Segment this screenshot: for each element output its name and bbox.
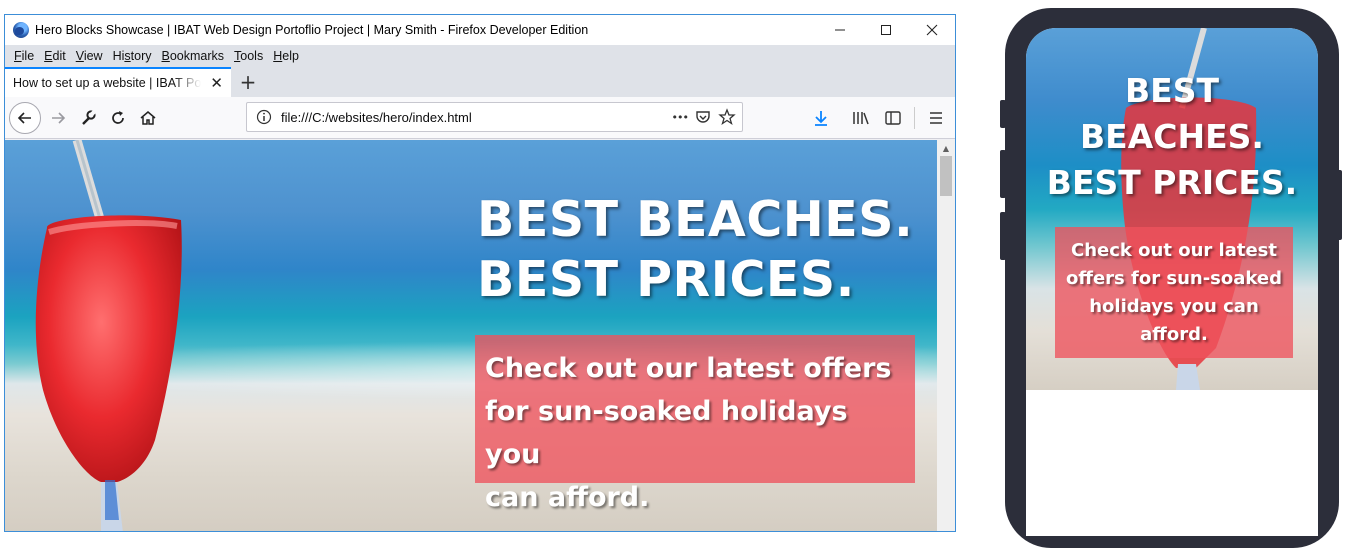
hamburger-menu-icon — [930, 112, 942, 124]
minimize-icon — [835, 29, 845, 31]
home-icon — [140, 110, 156, 125]
developer-tools-button[interactable] — [73, 103, 103, 133]
mobile-hero-headline-line: BEST PRICES. — [1046, 163, 1298, 202]
new-tab-button[interactable]: + — [231, 67, 265, 97]
mobile-hero-offer-line: offers for sun-soaked — [1066, 268, 1282, 289]
back-button[interactable] — [9, 101, 41, 134]
browser-window: Hero Blocks Showcase | IBAT Web Design P… — [4, 14, 956, 532]
page-viewport: BEST BEACHES. BEST PRICES. Check out our… — [5, 140, 937, 531]
tab-close-icon[interactable]: ✕ — [210, 74, 223, 92]
hero-headline-line: BEST BEACHES. — [477, 191, 914, 248]
phone-side-button — [1000, 150, 1006, 198]
hero-offer-box: Check out our latest offers for sun-soak… — [475, 335, 915, 513]
minimize-button[interactable] — [817, 15, 863, 45]
window-title: Hero Blocks Showcase | IBAT Web Design P… — [35, 23, 589, 37]
mobile-hero-offer-box: Check out our latest offers for sun-soak… — [1055, 227, 1293, 358]
mobile-hero-headline-line: BEST — [1125, 71, 1219, 110]
window-controls — [817, 15, 955, 45]
toolbar-divider — [914, 107, 915, 129]
mobile-hero-headline-line: BEACHES. — [1080, 117, 1264, 156]
vertical-scrollbar[interactable]: ▲ — [937, 140, 955, 531]
hero-headline-line: BEST PRICES. — [477, 251, 855, 308]
close-icon — [926, 24, 938, 36]
close-window-button[interactable] — [909, 15, 955, 45]
sidebar-button[interactable] — [878, 103, 908, 133]
open-menu-button[interactable] — [921, 103, 951, 133]
mobile-hero-offer-text: Check out our latest offers for sun-soak… — [1059, 237, 1289, 349]
menu-file[interactable]: File — [12, 49, 36, 63]
reload-button[interactable] — [103, 103, 133, 133]
maximize-icon — [881, 25, 891, 35]
hero-offer-line: can afford. — [485, 482, 650, 513]
info-icon — [256, 109, 272, 125]
back-icon — [17, 111, 31, 124]
page-actions-icon[interactable]: ••• — [672, 111, 689, 124]
hero-drink-image — [35, 140, 182, 531]
phone-side-button — [1000, 100, 1006, 128]
menu-bookmarks[interactable]: Bookmarks — [160, 49, 227, 63]
menu-history[interactable]: History — [111, 49, 154, 63]
downloads-button[interactable] — [806, 103, 836, 133]
title-bar: Hero Blocks Showcase | IBAT Web Design P… — [5, 15, 955, 45]
mobile-hero: BEST BEACHES. BEST PRICES. Check out our… — [1026, 28, 1318, 390]
hero-offer-line: for sun-soaked holidays you — [485, 396, 848, 470]
navigation-toolbar: file:///C:/websites/hero/index.html ••• — [5, 97, 955, 139]
pocket-icon[interactable] — [694, 108, 712, 126]
phone-side-button — [1000, 212, 1006, 260]
mobile-hero-headline: BEST BEACHES. BEST PRICES. — [1026, 68, 1318, 206]
scrollbar-thumb[interactable] — [940, 156, 952, 196]
menu-tools[interactable]: Tools — [232, 49, 265, 63]
plus-icon: + — [239, 70, 257, 94]
mobile-hero-offer-line: afford. — [1140, 324, 1208, 345]
phone-side-button — [1336, 170, 1342, 240]
maximize-button[interactable] — [863, 15, 909, 45]
phone-screen: BEST BEACHES. BEST PRICES. Check out our… — [1026, 28, 1318, 536]
download-icon — [815, 111, 827, 126]
tab-active[interactable]: How to set up a website | IBAT Portfolio… — [5, 67, 231, 97]
library-button[interactable] — [846, 103, 876, 133]
menu-view[interactable]: View — [74, 49, 105, 63]
url-actions: ••• — [672, 108, 736, 126]
sidebar-icon — [885, 111, 901, 125]
hero-offer-text: Check out our latest offers for sun-soak… — [485, 347, 905, 519]
hero-offer-line: Check out our latest offers — [485, 353, 892, 384]
url-text[interactable]: file:///C:/websites/hero/index.html — [281, 110, 672, 125]
forward-icon — [52, 111, 66, 124]
library-icon — [853, 112, 869, 125]
firefox-logo-icon — [13, 22, 29, 38]
home-button[interactable] — [133, 103, 163, 133]
menu-bar: File Edit View History Bookmarks Tools H… — [5, 45, 955, 67]
mobile-hero-offer-line: Check out our latest — [1071, 240, 1277, 261]
tab-title: How to set up a website | IBAT Portfolio — [13, 76, 201, 90]
hero-headline: BEST BEACHES. BEST PRICES. — [477, 190, 913, 310]
reload-icon — [112, 110, 124, 124]
forward-button[interactable] — [43, 103, 73, 133]
tab-strip: How to set up a website | IBAT Portfolio… — [5, 67, 955, 97]
site-info-button[interactable] — [251, 109, 277, 125]
wrench-icon — [82, 109, 96, 125]
mobile-hero-offer-line: holidays you can — [1089, 296, 1259, 317]
menu-edit[interactable]: Edit — [42, 49, 68, 63]
toolbar-right — [806, 103, 951, 133]
star-icon[interactable] — [718, 108, 736, 126]
scroll-up-icon[interactable]: ▲ — [937, 140, 955, 156]
menu-help[interactable]: Help — [271, 49, 301, 63]
url-bar[interactable]: file:///C:/websites/hero/index.html ••• — [246, 102, 743, 132]
